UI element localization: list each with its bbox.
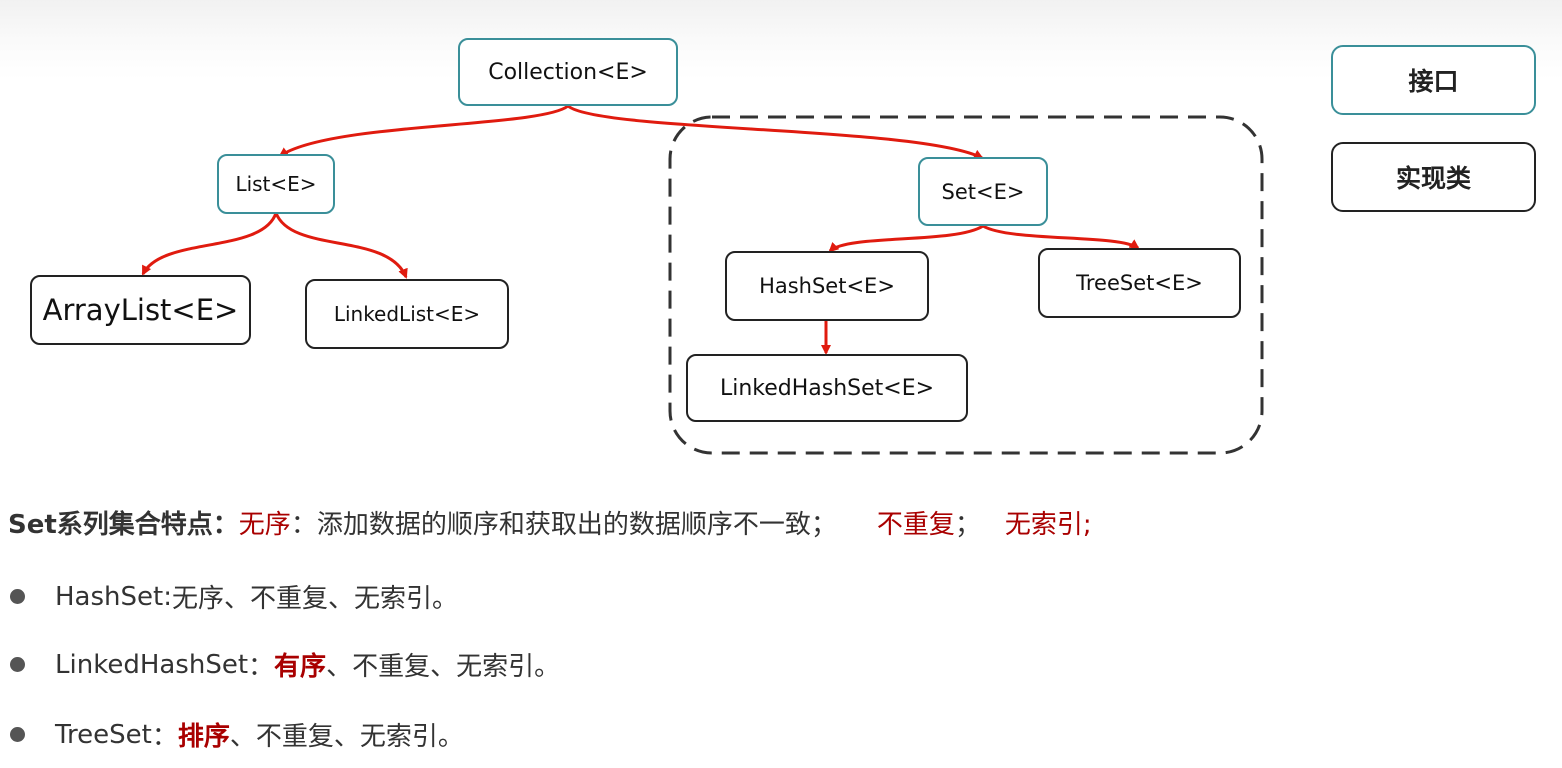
bullet-name: HashSet [55,581,164,612]
summary-no-index: 无索引; [1004,510,1092,540]
bullet-name: LinkedHashSet [55,649,249,680]
bullet-separator: ： [151,722,178,752]
node-set: Set<E> [918,157,1048,226]
legend-interface: 接口 [1331,45,1536,115]
bullet-name: TreeSet [55,719,152,750]
bullet-dot-icon [10,657,25,672]
bullet-highlight: 排序 [177,722,230,752]
bullet-linkedhashset: LinkedHashSet：有序 、不重复、无索引。 [10,646,560,683]
arrow-collection-to-set [567,104,984,160]
bullet-separator: : [163,581,172,612]
node-treeset: TreeSet<E> [1038,248,1241,318]
bullet-dot-icon [10,727,25,742]
arrow-collection-to-list [278,104,569,158]
legend-implementation: 实现类 [1331,142,1536,212]
bullet-desc: 无序、不重复、无索引。 [171,584,458,614]
node-collection: Collection<E> [458,38,678,106]
arrow-set-to-hashset [828,224,984,253]
node-hashset: HashSet<E> [725,251,929,321]
node-linkedlist: LinkedList<E> [305,279,509,349]
node-list: List<E> [217,154,335,214]
bullet-dot-icon [10,589,25,604]
summary-unordered: 无序 [238,510,291,540]
bullet-separator: ： [248,652,275,682]
bullet-highlight: 有序 [274,652,327,682]
bullet-desc: 、不重复、无索引。 [229,722,464,752]
summary-no-duplicate: 不重复 [876,510,955,540]
arrow-list-to-arraylist [141,212,278,276]
node-arraylist: ArrayList<E> [30,275,251,345]
arrow-set-to-treeset [982,224,1140,250]
bullet-treeset: TreeSet：排序 、不重复、无索引。 [10,716,464,753]
set-features-summary: Set系列集合特点：无序：添加数据的顺序和获取出的数据顺序不一致； 不重复； 无索引… [8,504,1092,541]
bullet-desc: 、不重复、无索引。 [326,652,561,682]
summary-separator: ； [954,510,981,540]
arrow-list-to-linkedlist [274,212,408,279]
summary-unordered-desc: ：添加数据的顺序和获取出的数据顺序不一致； [290,510,837,540]
bullet-hashset: HashSet : 无序、不重复、无索引。 [10,578,458,615]
node-linkedhashset: LinkedHashSet<E> [686,354,968,422]
summary-lead: Set系列集合特点： [8,510,239,540]
collection-hierarchy-diagram: Collection<E> List<E> Set<E> ArrayList<E… [0,0,1562,470]
